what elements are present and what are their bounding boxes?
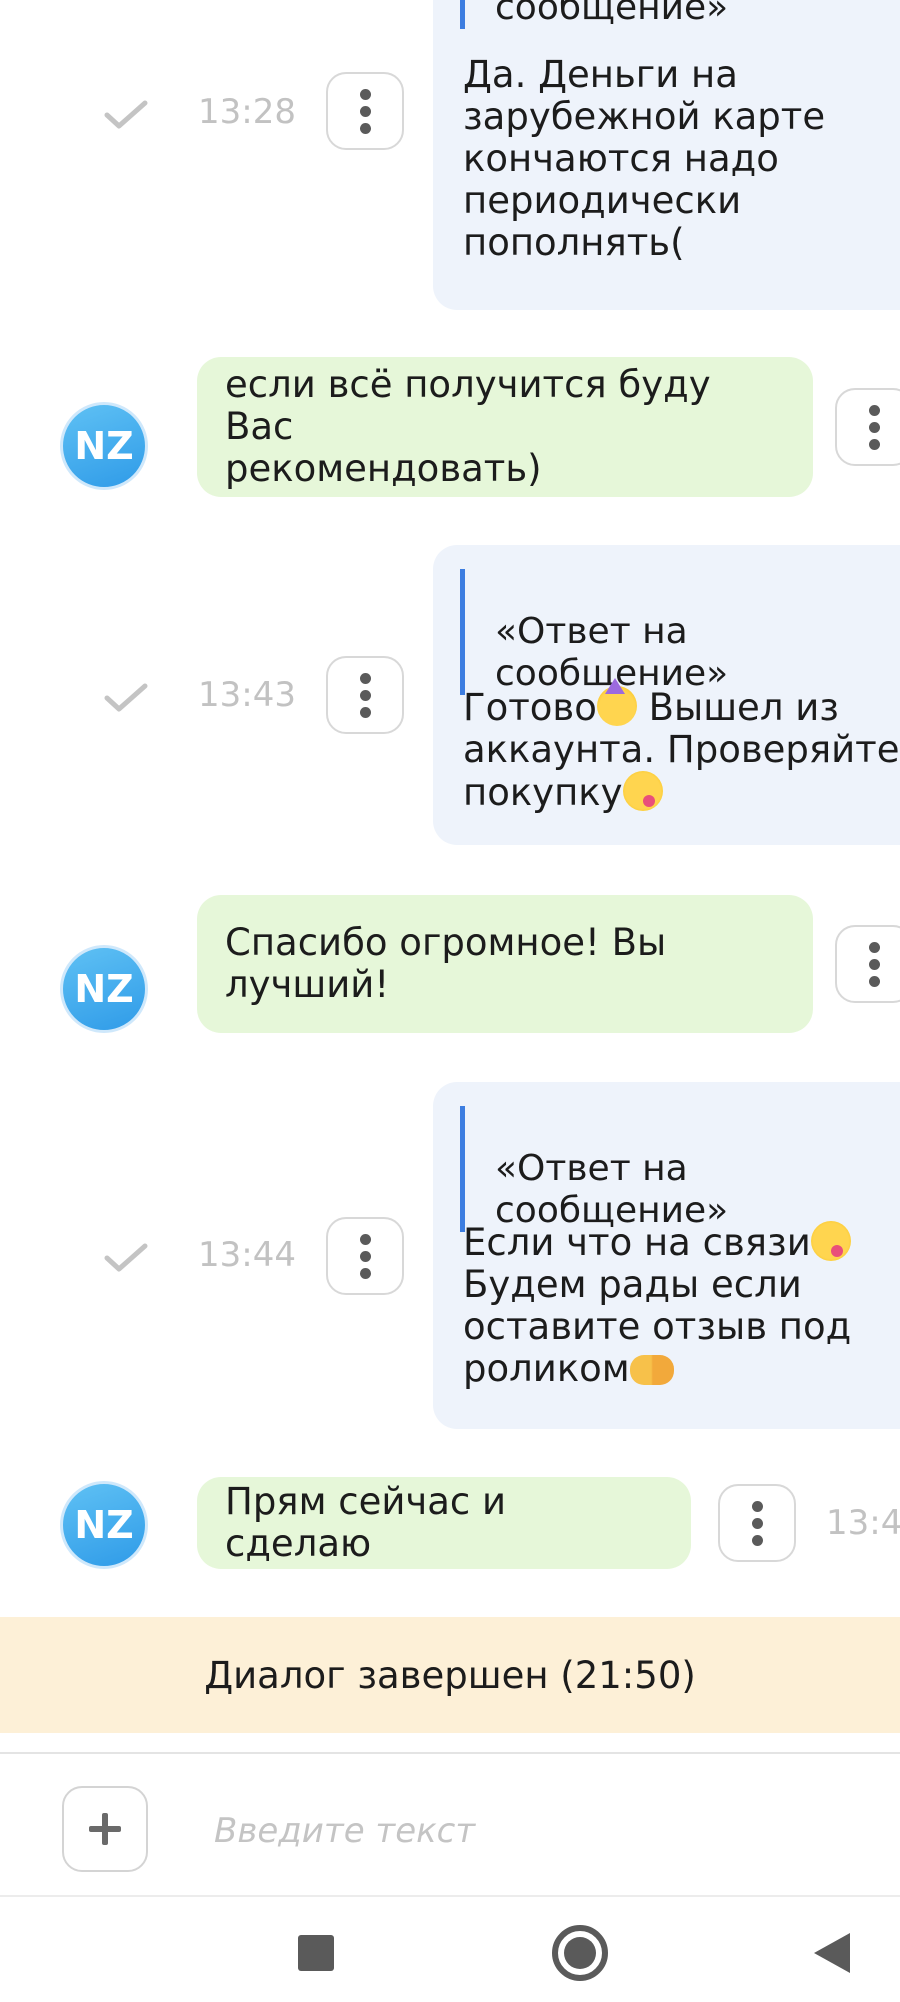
- check-icon: [104, 100, 148, 129]
- message-text: Готово Вышел из аккаунта. Проверяйте пок…: [463, 678, 900, 814]
- dialog-ended-text: Диалог завершен (21:50): [204, 1653, 696, 1697]
- triangle-back-icon: [814, 1933, 850, 1973]
- more-vertical-icon: [868, 941, 880, 953]
- yum-face-emoji-icon: [622, 771, 663, 811]
- message-text-line: Будем рады если: [463, 1263, 802, 1306]
- check-icon: [104, 1243, 148, 1272]
- outgoing-message-bubble[interactable]: сообщение» Да. Деньги на зарубежной карт…: [433, 0, 900, 310]
- incoming-message-bubble[interactable]: Спасибо огромное! Вы лучший!: [197, 895, 813, 1033]
- message-text-line: покупку: [463, 771, 623, 814]
- circle-icon: [564, 1937, 596, 1969]
- reply-quote: «Ответ на сообщение»: [460, 1106, 728, 1232]
- message-text-line: Если что на связи: [463, 1221, 811, 1264]
- more-vertical-icon: [868, 404, 880, 416]
- message-text-line: Готово: [463, 686, 597, 729]
- avatar[interactable]: NZ: [60, 1481, 148, 1569]
- message-time: 13:4: [826, 1503, 900, 1543]
- party-face-emoji-icon: [596, 678, 637, 726]
- message-time: 13:28: [198, 92, 296, 132]
- incoming-message-bubble[interactable]: если всё получится буду Вас рекомендоват…: [197, 357, 813, 497]
- dialog-ended-banner: Диалог завершен (21:50): [0, 1617, 900, 1733]
- avatar[interactable]: NZ: [60, 945, 148, 1033]
- message-text: если всё получится буду Вас рекомендоват…: [225, 363, 711, 490]
- message-text: Прям сейчас и сделаю: [225, 1480, 507, 1565]
- check-icon: [104, 683, 148, 712]
- message-text: Да. Деньги на зарубежной карте кончаются…: [463, 53, 826, 264]
- message-text: Если что на связи Будем рады если остави…: [463, 1221, 851, 1390]
- back-button[interactable]: [812, 1931, 860, 1975]
- message-input[interactable]: [212, 1800, 856, 1862]
- message-text: Спасибо огромное! Вы лучший!: [225, 921, 667, 1006]
- outgoing-message-bubble[interactable]: «Ответ на сообщение» Если что на связи Б…: [433, 1082, 900, 1429]
- avatar[interactable]: NZ: [60, 402, 148, 490]
- attach-button[interactable]: [62, 1786, 148, 1872]
- reply-quote: сообщение»: [460, 0, 728, 29]
- message-text-line: Вышел из: [636, 686, 839, 729]
- message-options-button[interactable]: [326, 1217, 404, 1295]
- yum-face-emoji-icon: [810, 1221, 851, 1261]
- more-vertical-icon: [359, 672, 371, 684]
- recent-apps-button[interactable]: [298, 1935, 334, 1971]
- more-vertical-icon: [751, 1500, 763, 1512]
- message-options-button[interactable]: [835, 925, 900, 1003]
- handshake-emoji-icon: [629, 1355, 674, 1385]
- message-time: 13:43: [198, 675, 296, 715]
- message-options-button[interactable]: [326, 656, 404, 734]
- home-button[interactable]: [552, 1925, 608, 1981]
- message-text-line: аккаунта. Проверяйте: [463, 728, 900, 771]
- message-text-line: оставите отзыв под: [463, 1305, 852, 1348]
- reply-quote-text: сообщение»: [495, 0, 729, 28]
- message-options-button[interactable]: [326, 72, 404, 150]
- plus-icon: [89, 1813, 121, 1845]
- more-vertical-icon: [359, 88, 371, 100]
- message-options-button[interactable]: [835, 388, 900, 466]
- reply-quote-text: «Ответ на сообщение»: [495, 1148, 729, 1231]
- more-vertical-icon: [359, 1233, 371, 1245]
- message-text-line: роликом: [463, 1347, 630, 1390]
- chat-area[interactable]: сообщение» Да. Деньги на зарубежной карт…: [0, 0, 900, 1745]
- incoming-message-bubble[interactable]: Прям сейчас и сделаю: [197, 1477, 691, 1569]
- composer-divider: [0, 1752, 900, 1754]
- message-options-button[interactable]: [718, 1484, 796, 1562]
- reply-quote: «Ответ на сообщение»: [460, 569, 728, 695]
- outgoing-message-bubble[interactable]: «Ответ на сообщение» Готово Вышел из акк…: [433, 545, 900, 845]
- system-navigation-bar: [0, 1895, 900, 2002]
- message-time: 13:44: [198, 1235, 296, 1275]
